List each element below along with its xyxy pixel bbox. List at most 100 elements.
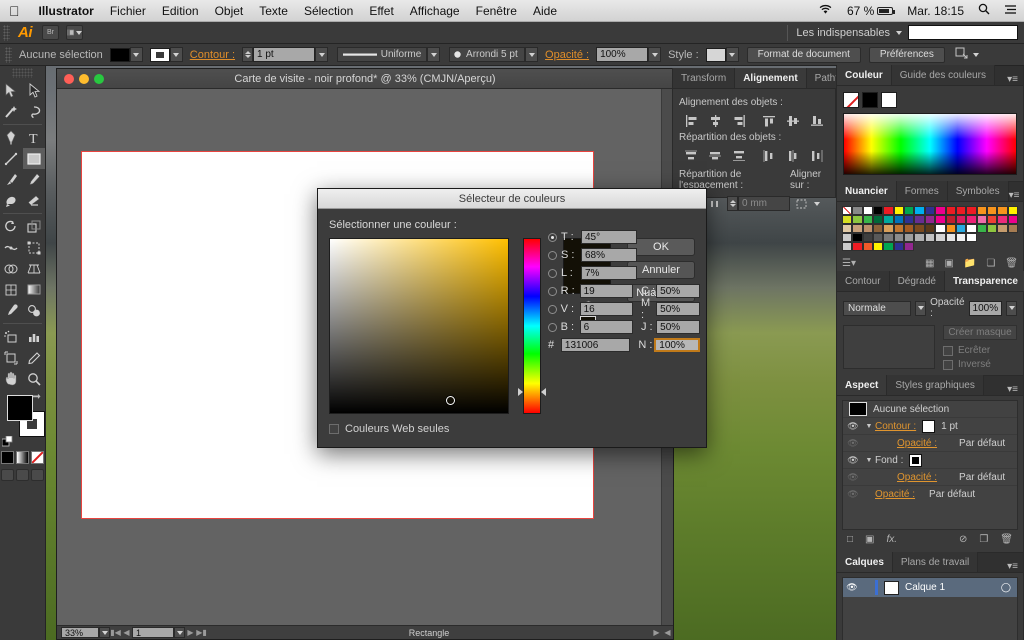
fill-color-swatch[interactable] <box>109 47 130 62</box>
distribute-center-horizontal-icon[interactable] <box>781 147 805 164</box>
swatch-color[interactable] <box>914 215 925 224</box>
bridge-button[interactable]: Br <box>42 25 59 40</box>
swatch-color[interactable] <box>945 206 956 215</box>
red-input[interactable]: 19 <box>579 284 633 298</box>
type-tool[interactable]: T <box>23 127 46 148</box>
object-opacity-eye-icon[interactable]: 👁 <box>843 489 863 500</box>
saturation-brightness-field[interactable] <box>329 238 509 414</box>
brush-definition-value[interactable]: Arrondi 5 pt <box>449 47 526 62</box>
align-left-icon[interactable] <box>679 112 703 129</box>
fill-disclosure-triangle-icon[interactable]: ▼ <box>863 457 875 464</box>
line-segment-tool[interactable] <box>0 148 23 169</box>
swatch-color[interactable] <box>976 224 987 233</box>
full-screen-menu-mode[interactable] <box>16 469 29 481</box>
graphic-style-swatch[interactable] <box>705 47 726 62</box>
stroke-weight-dropdown[interactable] <box>315 47 329 62</box>
hue-input[interactable]: 45° <box>581 230 637 244</box>
brush-definition-dropdown[interactable] <box>525 47 539 62</box>
tab-transparence[interactable]: Transparence <box>944 271 1024 291</box>
opacity-value[interactable]: 100% <box>596 47 649 62</box>
appearance-row-object-opacity[interactable]: 👁 Opacité : Par défaut <box>843 486 1017 503</box>
fill-opacity-eye-icon[interactable]: 👁 <box>843 472 863 483</box>
current-tool-label[interactable]: Rectangle <box>207 628 651 638</box>
swatch-color[interactable] <box>842 224 853 233</box>
appearance-row-stroke-opacity[interactable]: 👁 Opacité : Par défaut <box>843 435 1017 452</box>
stroke-visibility-eye-icon[interactable]: 👁 <box>843 421 863 432</box>
menu-item-objet[interactable]: Objet <box>207 4 252 18</box>
free-transform-tool[interactable] <box>23 237 46 258</box>
preferences-button[interactable]: Préférences <box>868 46 945 63</box>
blend-mode-dropdown[interactable] <box>915 300 927 316</box>
saturation-radio[interactable] <box>548 250 557 260</box>
swatches-grid[interactable] <box>842 206 1018 251</box>
new-swatch-group-icon[interactable]: 📁 <box>954 258 976 269</box>
swap-fill-stroke-icon[interactable] <box>32 393 42 403</box>
swatch-color[interactable] <box>904 224 915 233</box>
swatch-color[interactable] <box>883 242 894 251</box>
hue-slider-marker-right[interactable] <box>541 388 546 397</box>
layers-panel-menu-icon[interactable]: ▾≡ <box>1007 561 1023 572</box>
artboard-tool[interactable] <box>0 347 23 368</box>
menu-item-effet[interactable]: Effet <box>361 4 401 18</box>
tab-styles-graphiques[interactable]: Styles graphiques <box>887 375 984 395</box>
stroke-opacity-eye-icon[interactable]: 👁 <box>843 438 863 449</box>
swatch-libraries-icon[interactable]: ☰▾ <box>842 258 856 269</box>
search-input[interactable] <box>908 25 1018 40</box>
swatch-registration[interactable] <box>852 206 863 215</box>
swatch-color[interactable] <box>914 206 925 215</box>
swatch-color[interactable] <box>935 206 946 215</box>
swatch-group-folder[interactable] <box>842 242 853 251</box>
swatch-color[interactable] <box>862 206 874 215</box>
swatch-color[interactable] <box>976 206 987 215</box>
full-screen-mode[interactable] <box>31 469 44 481</box>
color-picker-title-bar[interactable]: Sélecteur de couleurs <box>318 189 706 209</box>
menu-item-selection[interactable]: Sélection <box>296 4 361 18</box>
tab-plans-de-travail[interactable]: Plans de travail <box>892 552 979 572</box>
menu-item-edition[interactable]: Edition <box>154 4 207 18</box>
luminosity-input[interactable]: 7% <box>581 266 637 280</box>
tab-couleur[interactable]: Couleur <box>837 65 892 85</box>
clip-checkbox[interactable] <box>943 345 953 356</box>
swatch-color[interactable] <box>924 233 936 242</box>
color-panel-menu-icon[interactable]: ▾≡ <box>1007 74 1023 85</box>
swatch-color[interactable] <box>935 233 946 242</box>
swatch-color[interactable] <box>924 224 936 233</box>
appearance-panel-menu-icon[interactable]: ▾≡ <box>1007 384 1023 395</box>
wifi-icon[interactable] <box>811 4 840 18</box>
align-top-icon[interactable] <box>757 112 781 129</box>
hand-tool[interactable] <box>0 368 23 389</box>
swatch-color[interactable] <box>862 233 874 242</box>
rectangle-tool[interactable] <box>22 148 45 169</box>
appearance-object-opacity-label[interactable]: Opacité : <box>875 489 915 500</box>
swatch-color[interactable] <box>1007 215 1018 224</box>
first-artboard-button[interactable]: ▮◀ <box>110 627 121 638</box>
perspective-grid-tool[interactable] <box>23 258 46 279</box>
green-radio[interactable] <box>548 304 557 314</box>
stroke-weight-value[interactable]: 1 pt <box>253 47 316 62</box>
document-title-bar[interactable]: Carte de visite - noir profond* @ 33% (C… <box>57 69 673 89</box>
swatch-color[interactable] <box>955 206 967 215</box>
swatch-color[interactable] <box>883 215 894 224</box>
swatch-color[interactable] <box>966 215 977 224</box>
workspace-chevron-down-icon[interactable] <box>896 30 902 35</box>
zoom-level-field[interactable]: 33% <box>61 627 99 638</box>
color-spectrum-ramp[interactable] <box>843 113 1017 175</box>
swatch-color[interactable] <box>883 224 894 233</box>
status-menu-arrow-icon[interactable]: ▶ <box>651 627 662 638</box>
swatch-color[interactable] <box>893 206 905 215</box>
battery-status[interactable]: 67 % <box>840 4 900 18</box>
swatch-color[interactable] <box>997 224 1008 233</box>
tab-calques[interactable]: Calques <box>837 552 893 572</box>
stroke-disclosure-triangle-icon[interactable]: ▼ <box>863 423 875 430</box>
saturation-input[interactable]: 68% <box>581 248 637 262</box>
swatch-color[interactable] <box>976 215 987 224</box>
appearance-stroke-opacity-label[interactable]: Opacité : <box>897 438 937 449</box>
color-mode[interactable] <box>1 451 14 464</box>
swatch-group-folder[interactable] <box>842 233 853 242</box>
normal-screen-mode[interactable] <box>1 469 14 481</box>
swatch-color[interactable] <box>904 242 915 251</box>
width-tool[interactable] <box>0 237 23 258</box>
add-effect-icon[interactable]: fx. <box>875 534 898 545</box>
align-right-icon[interactable] <box>727 112 751 129</box>
stroke-swatch-dropdown[interactable] <box>169 47 183 62</box>
